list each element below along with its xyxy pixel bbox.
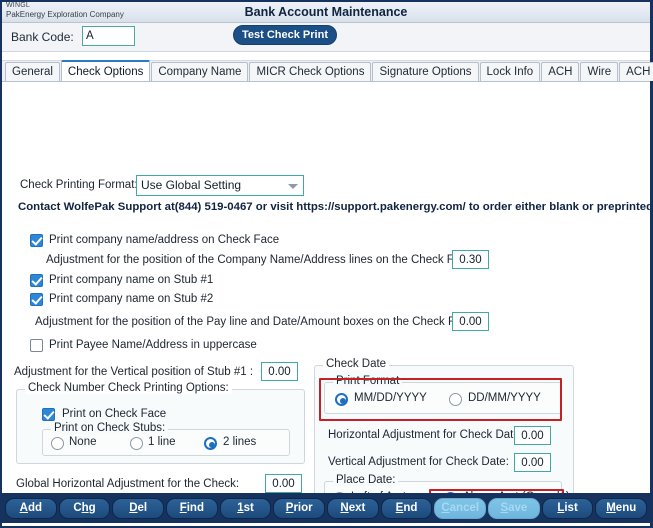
add-button[interactable]: Add [5,497,57,519]
global-horizontal-check-label: Global Horizontal Adjustment for the Che… [16,478,240,490]
print-check-number-on-face-checkbox[interactable] [42,408,55,421]
test-check-print-button[interactable]: Test Check Print [233,25,337,45]
tab-signature-options[interactable]: Signature Options [372,62,479,81]
check-number-printing-group-caption: Check Number Check Printing Options: [25,382,232,394]
print-company-on-stub1-label: Print company name on Stub #1 [49,274,214,286]
adjust-stub1-vertical-input[interactable] [261,362,298,381]
save-button[interactable]: Save [488,497,540,519]
adjust-company-name-input[interactable] [452,250,489,269]
print-format-group: Print Format MM/DD/YYYY DD/MM/YYYY [324,375,562,414]
check-date-horizontal-adj-input[interactable] [514,426,551,445]
payee-uppercase-label: Print Payee Name/Address in uppercase [49,339,257,351]
adjust-payline-label: Adjustment for the position of the Pay l… [35,316,477,328]
support-note: Contact WolfePak Support at(844) 519-046… [18,201,650,213]
print-company-on-stub2-label: Print company name on Stub #2 [49,293,214,305]
date-format-ddmmyyyy-radio[interactable] [449,393,462,406]
check-options-panel: Check Printing Format: Use Global Settin… [2,82,650,493]
find-button[interactable]: Find [166,497,218,519]
tab-strip: General Check Options Company Name MICR … [2,60,653,82]
tab-ach-upload[interactable]: ACH Upload [619,62,653,81]
adjust-payline-input[interactable] [452,312,489,331]
print-company-on-check-face-checkbox[interactable] [30,234,43,247]
print-on-check-stubs-caption: Print on Check Stubs: [51,422,169,434]
print-format-group-caption: Print Format [333,375,403,387]
tab-check-options[interactable]: Check Options [60,60,151,81]
print-company-on-stub2-checkbox[interactable] [30,293,43,306]
prior-button[interactable]: Prior [273,497,326,519]
check-date-group-caption: Check Date [323,358,390,370]
global-horizontal-check-input[interactable] [265,474,302,493]
page-title: Bank Account Maintenance [244,5,408,19]
stub-lines-two-label: 2 lines [223,436,257,448]
stub-lines-one-radio[interactable] [130,437,143,450]
print-check-number-on-face-label: Print on Check Face [62,408,167,420]
check-printing-format-value: Use Global Setting [141,178,242,192]
application-window: WINGL PakEnergy Exploration Company Bank… [0,0,653,528]
stub-lines-two-radio[interactable] [204,437,217,450]
date-format-mmddyyyy-radio[interactable] [335,393,348,406]
print-on-check-stubs-group: Print on Check Stubs: None 1 line 2 line… [42,422,290,456]
adjust-stub1-vertical-label: Adjustment for the Vertical position of … [14,366,254,378]
first-button[interactable]: 1st [219,497,272,519]
check-number-printing-group: Check Number Check Printing Options: Pri… [16,382,305,464]
check-date-group: Check Date Print Format MM/DD/YYYY DD/MM… [314,358,574,493]
date-format-mmddyyyy-label: MM/DD/YYYY [354,392,427,404]
check-printing-format-select[interactable]: Use Global Setting [136,175,304,196]
place-date-group: Place Date: Left of Amt Above Amt (Canad… [324,474,570,493]
cancel-button[interactable]: Cancel [434,497,487,519]
stub-lines-one-label: 1 line [148,436,176,448]
check-date-horizontal-adj-label: Horizontal Adjustment for Check Date: [328,429,523,441]
bank-code-label: Bank Code: [11,30,74,44]
tab-wire[interactable]: Wire [580,62,619,81]
change-button[interactable]: Chg [58,497,111,519]
stub-lines-none-label: None [69,436,97,448]
print-company-on-check-face-label: Print company name/address on Check Face [49,234,280,246]
action-button-bar: Add Chg Del Find 1st Prior Next End Canc… [2,493,650,523]
check-date-vertical-adj-input[interactable] [514,453,551,472]
date-format-ddmmyyyy-label: DD/MM/YYYY [468,392,541,404]
window-title-bar: WINGL PakEnergy Exploration Company Bank… [2,2,650,23]
bank-code-input[interactable] [82,26,135,46]
tab-general[interactable]: General [5,62,60,81]
tab-company-name[interactable]: Company Name [151,62,249,81]
place-date-group-caption: Place Date: [333,474,399,486]
bank-code-row: Bank Code: Test Check Print [2,23,650,52]
tab-lock-info[interactable]: Lock Info [479,62,541,81]
next-button[interactable]: Next [327,497,379,519]
tab-micr-check-options[interactable]: MICR Check Options [249,62,372,81]
chevron-down-icon [288,184,298,189]
payee-uppercase-checkbox[interactable] [30,339,43,352]
end-button[interactable]: End [380,497,433,519]
check-date-vertical-adj-label: Vertical Adjustment for Check Date: [328,456,509,468]
check-printing-format-label: Check Printing Format: [20,179,138,191]
delete-button[interactable]: Del [112,497,165,519]
tab-ach[interactable]: ACH [541,62,580,81]
list-button[interactable]: List [541,497,594,519]
adjust-company-name-label: Adjustment for the position of the Compa… [46,254,476,266]
stub-lines-none-radio[interactable] [51,437,64,450]
menu-button[interactable]: Menu [595,497,648,519]
print-company-on-stub1-checkbox[interactable] [30,274,43,287]
